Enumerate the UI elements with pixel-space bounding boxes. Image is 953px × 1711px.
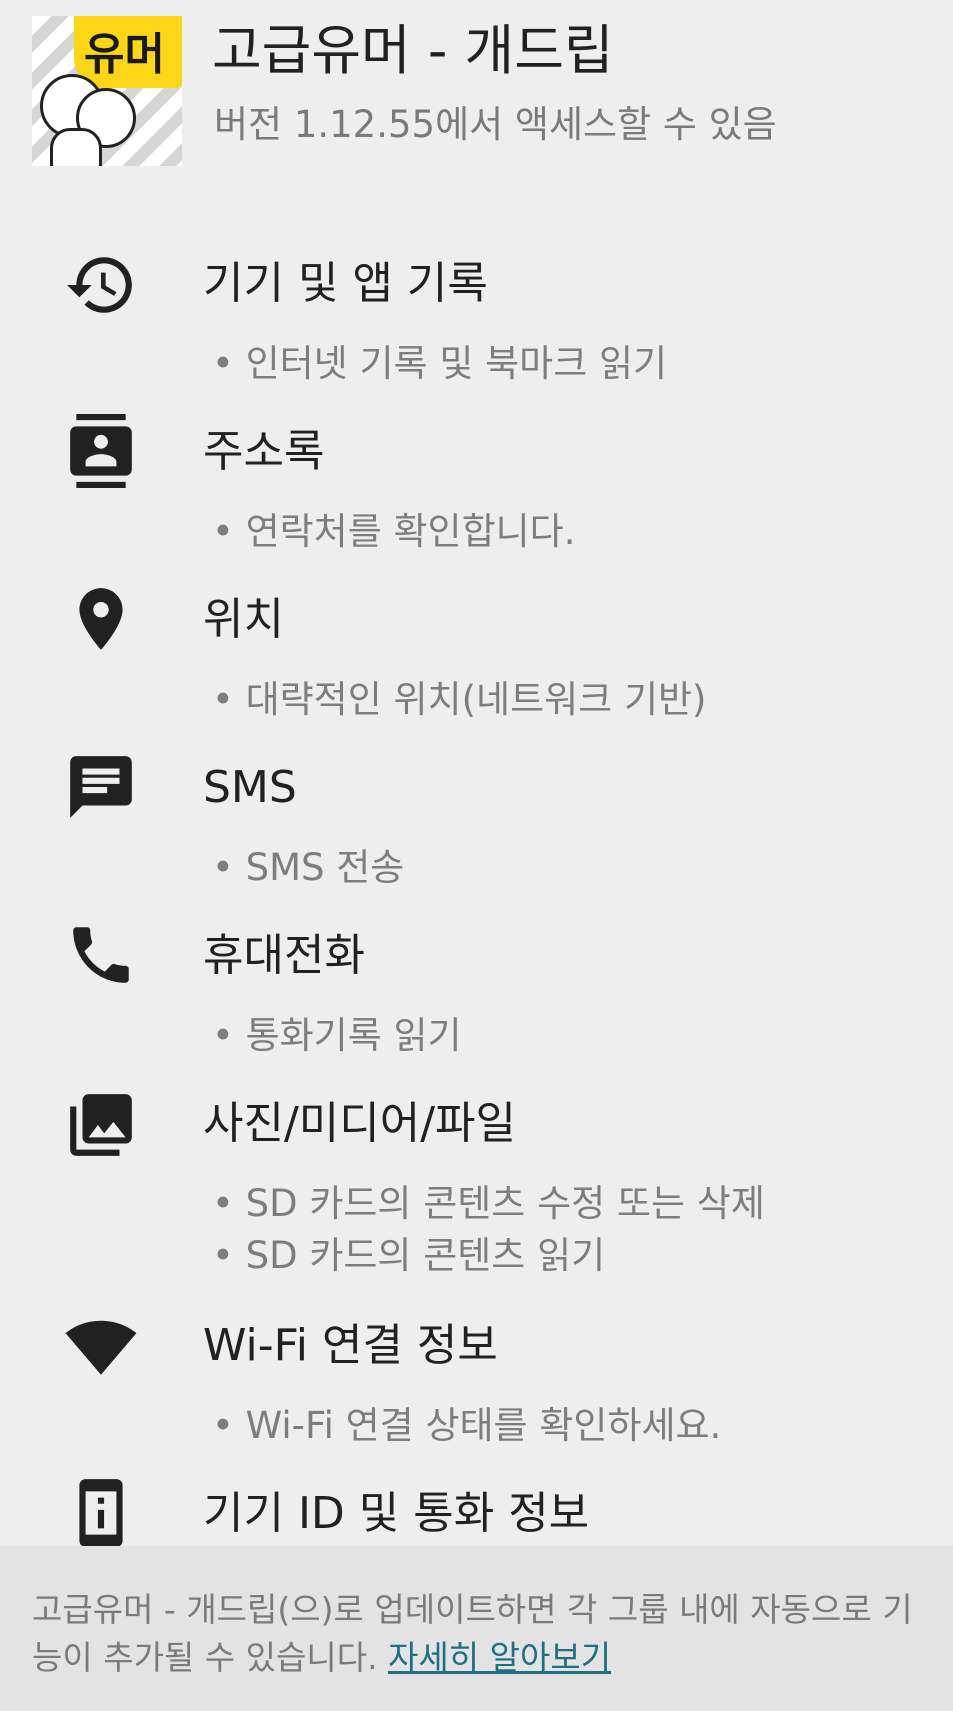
device-info-icon <box>62 1474 140 1552</box>
permission-title: 기기 및 앱 기록 <box>203 258 488 309</box>
app-icon-text: 유머 <box>84 29 165 80</box>
app-icon-body <box>50 128 102 166</box>
permission-title: SMS <box>203 762 297 813</box>
permission-detail: 연락처를 확인합니다. <box>212 506 576 558</box>
footer-text: 고급유머 - 개드립(으)로 업데이트하면 각 그룹 내에 자동으로 기능이 추… <box>32 1586 932 1682</box>
permission-detail: 통화기록 읽기 <box>212 1010 462 1062</box>
app-header: 유머 고급유머 - 개드립 버전 1.12.55에서 액세스할 수 있음 <box>30 14 930 166</box>
message-icon <box>62 748 140 826</box>
permission-detail: SD 카드의 콘텐츠 수정 또는 삭제 <box>212 1178 765 1230</box>
permission-detail: SMS 전송 <box>212 842 405 894</box>
footer-notice: 고급유머 - 개드립(으)로 업데이트하면 각 그룹 내에 자동으로 기능이 추… <box>0 1546 953 1711</box>
permission-detail: SD 카드의 콘텐츠 읽기 <box>212 1230 765 1282</box>
permission-detail: 대략적인 위치(네트워크 기반) <box>212 674 707 726</box>
contacts-icon <box>62 412 140 490</box>
permission-title: 위치 <box>203 594 284 645</box>
photo-library-icon <box>62 1086 140 1164</box>
app-icon-bubble: 유머 <box>74 16 182 88</box>
permission-detail: 인터넷 기록 및 북마크 읽기 <box>212 338 667 390</box>
phone-icon <box>62 916 140 994</box>
permission-title: 휴대전화 <box>203 930 365 981</box>
wifi-icon <box>62 1308 140 1386</box>
permission-title: 주소록 <box>203 426 325 477</box>
permission-title: 기기 ID 및 통화 정보 <box>203 1488 590 1539</box>
app-title: 고급유머 - 개드립 <box>212 19 614 82</box>
app-icon: 유머 <box>32 16 182 166</box>
location-pin-icon <box>62 580 140 658</box>
permission-title: 사진/미디어/파일 <box>203 1098 517 1149</box>
app-version: 버전 1.12.55에서 액세스할 수 있음 <box>214 103 777 146</box>
history-icon <box>62 246 140 324</box>
permission-title: Wi-Fi 연결 정보 <box>203 1320 498 1371</box>
permission-detail: Wi-Fi 연결 상태를 확인하세요. <box>212 1400 722 1452</box>
learn-more-link[interactable]: 자세히 알아보기 <box>388 1638 611 1677</box>
